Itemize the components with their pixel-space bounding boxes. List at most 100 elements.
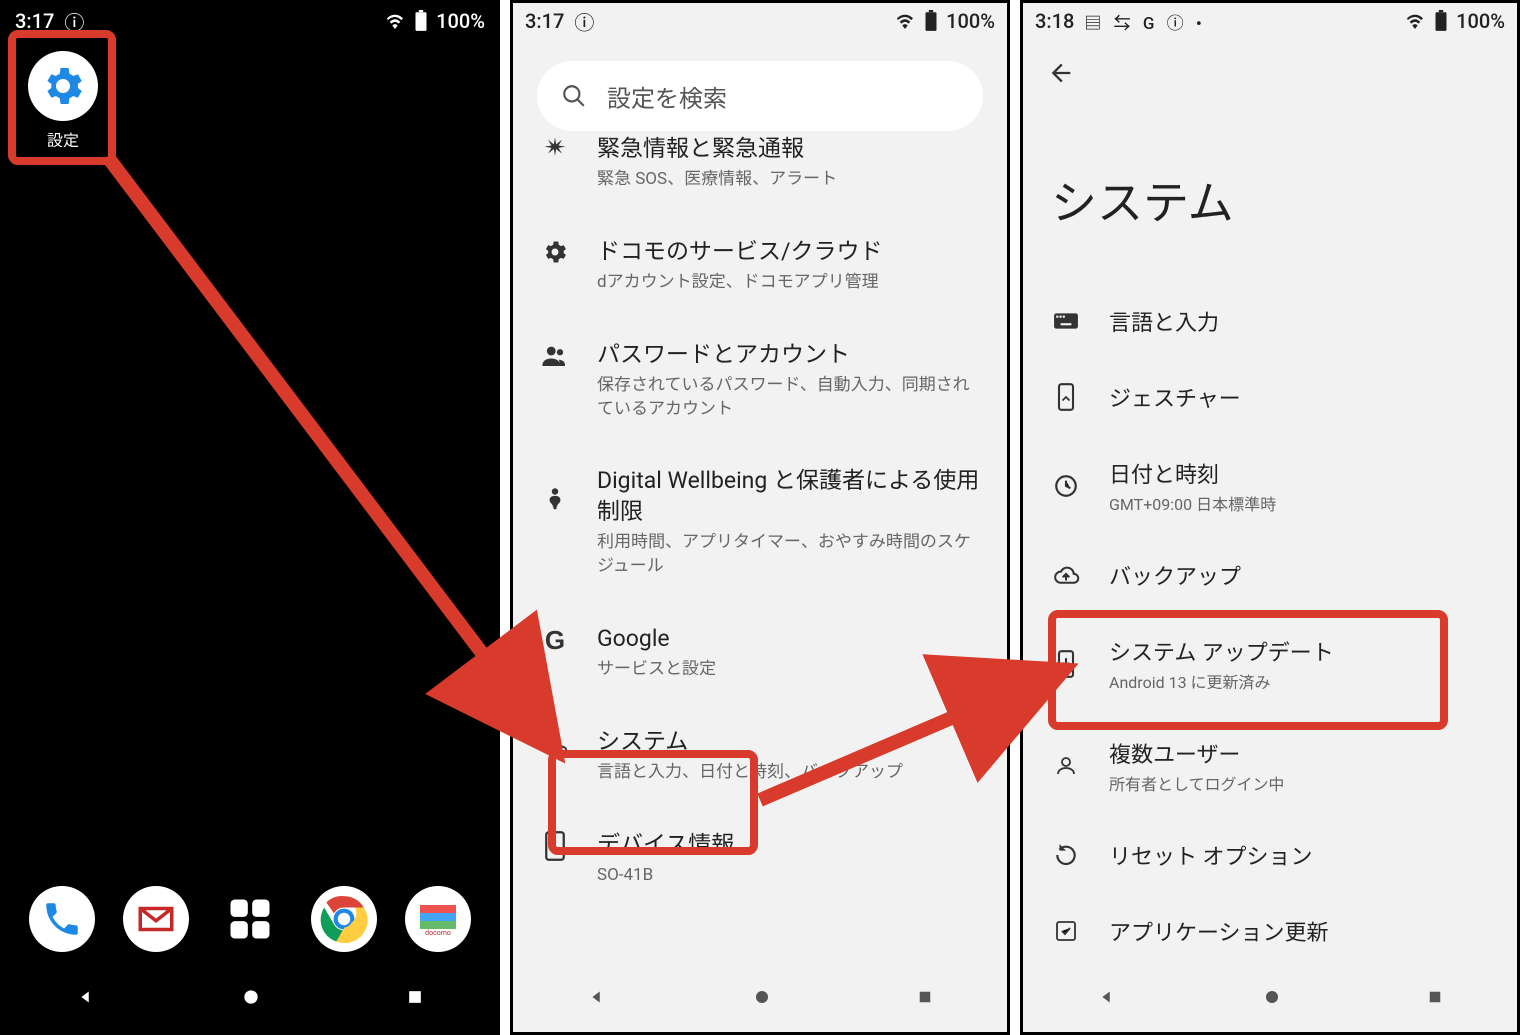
dock: docomo	[3, 886, 497, 952]
nav-bar	[3, 962, 497, 1032]
item-title: デバイス情報	[597, 829, 734, 860]
item-title: ジェスチャー	[1109, 381, 1241, 413]
status-bar: 3:17 ⓘ 100%	[513, 3, 1007, 39]
reset-icon	[1051, 842, 1081, 868]
info-icon: ⓘ	[574, 7, 594, 36]
settings-item-google[interactable]: G Google サービスと設定	[513, 601, 1007, 704]
item-title: アプリケーション更新	[1109, 915, 1329, 947]
battery-pct: 100%	[1456, 9, 1505, 33]
gesture-icon	[1051, 383, 1081, 411]
status-bar: 3:18 ▤ ⇆ G ⓘ • 100%	[1023, 3, 1517, 39]
item-title: ドコモのサービス/クラウド	[597, 236, 883, 267]
system-item-app-update[interactable]: アプリケーション更新	[1023, 893, 1517, 962]
gear-icon	[28, 51, 98, 121]
clock: 3:17	[15, 9, 54, 33]
app-settings-label: 設定	[47, 127, 79, 151]
system-item-reset[interactable]: リセット オプション	[1023, 817, 1517, 893]
app-chrome[interactable]	[311, 886, 377, 952]
battery-icon	[1434, 10, 1448, 32]
item-sub: 緊急 SOS、医療情報、アラート	[597, 168, 837, 192]
clock-icon	[1051, 473, 1081, 499]
cloud-up-icon	[1051, 565, 1081, 585]
item-sub: dアカウント設定、ドコモアプリ管理	[597, 271, 883, 295]
google-icon: G	[537, 623, 573, 682]
asterisk-icon	[537, 133, 573, 192]
search-placeholder: 設定を検索	[607, 79, 727, 114]
item-sub: SO-41B	[597, 864, 734, 888]
app-drawer[interactable]	[217, 886, 283, 952]
battery-pct: 100%	[946, 9, 995, 33]
settings-item-device-info[interactable]: デバイス情報 SO-41B	[513, 807, 1007, 910]
item-sub: Android 13 に更新済み	[1109, 669, 1334, 693]
item-sub: 言語と入力、日付と時刻、バックアップ	[597, 761, 903, 785]
battery-pct: 100%	[436, 9, 485, 33]
app-docomo[interactable]: docomo	[405, 886, 471, 952]
item-title: Google	[597, 623, 716, 654]
clock: 3:17	[525, 9, 564, 33]
phone-info-icon	[537, 829, 573, 888]
nav-recent[interactable]	[1426, 988, 1444, 1006]
item-title: システム	[597, 726, 903, 757]
item-title: 緊急情報と緊急通報	[597, 133, 837, 164]
system-item-language[interactable]: 言語と入力	[1023, 283, 1517, 359]
nav-home[interactable]	[241, 987, 261, 1007]
nav-home[interactable]	[753, 988, 771, 1006]
item-sub: 利用時間、アプリタイマー、おやすみ時間のスケジュール	[597, 531, 983, 579]
keyboard-icon	[1051, 311, 1081, 331]
battery-icon	[414, 10, 428, 32]
item-sub: 保存されているパスワード、自動入力、同期されているアカウント	[597, 374, 983, 422]
system-item-multiuser[interactable]: 複数ユーザー 所有者としてログイン中	[1023, 715, 1517, 817]
clock: 3:18	[1035, 9, 1074, 33]
app-settings[interactable]: 設定	[15, 41, 111, 161]
item-title: 複数ユーザー	[1109, 737, 1285, 769]
settings-item-system[interactable]: システム 言語と入力、日付と時刻、バックアップ	[513, 704, 1007, 807]
nav-back[interactable]	[1096, 986, 1118, 1008]
search-icon	[561, 83, 587, 109]
item-title: 日付と時刻	[1109, 457, 1276, 489]
search-settings[interactable]: 設定を検索	[537, 61, 983, 131]
item-title: システム アップデート	[1109, 635, 1334, 667]
person-icon	[1051, 754, 1081, 778]
settings-item-emergency[interactable]: 緊急情報と緊急通報 緊急 SOS、医療情報、アラート	[513, 133, 1007, 214]
item-title: パスワードとアカウント	[597, 339, 983, 370]
nav-back[interactable]	[75, 986, 97, 1008]
nav-bar	[513, 962, 1007, 1032]
nav-home[interactable]	[1263, 988, 1281, 1006]
svg-text:docomo: docomo	[425, 929, 451, 937]
wellbeing-icon	[537, 465, 573, 579]
settings-item-docomo[interactable]: ドコモのサービス/クラウド dアカウント設定、ドコモアプリ管理	[513, 214, 1007, 317]
wifi-icon	[1404, 13, 1426, 29]
status-icons: ▤ ⇆ G ⓘ •	[1084, 9, 1205, 34]
gear-icon	[537, 236, 573, 295]
system-item-update[interactable]: システム アップデート Android 13 に更新済み	[1023, 613, 1517, 715]
system-item-backup[interactable]: バックアップ	[1023, 537, 1517, 613]
app-phone[interactable]	[29, 886, 95, 952]
item-title: バックアップ	[1109, 559, 1241, 591]
item-title: 言語と入力	[1109, 305, 1219, 337]
app-mail[interactable]	[123, 886, 189, 952]
item-sub: GMT+09:00 日本標準時	[1109, 491, 1276, 515]
settings-item-wellbeing[interactable]: Digital Wellbeing と保護者による使用制限 利用時間、アプリタイ…	[513, 443, 1007, 601]
status-bar: 3:17 ⓘ 100%	[3, 3, 497, 39]
update-icon	[1051, 650, 1081, 678]
item-sub: サービスと設定	[597, 658, 716, 682]
wifi-icon	[384, 13, 406, 29]
back-button[interactable]	[1023, 39, 1517, 87]
nav-recent[interactable]	[405, 987, 425, 1007]
wifi-icon	[894, 13, 916, 29]
nav-recent[interactable]	[916, 988, 934, 1006]
app-update-icon	[1051, 919, 1081, 943]
system-item-datetime[interactable]: 日付と時刻 GMT+09:00 日本標準時	[1023, 435, 1517, 537]
system-item-gestures[interactable]: ジェスチャー	[1023, 359, 1517, 435]
info-icon: ⓘ	[64, 7, 84, 36]
page-title: システム	[1023, 87, 1517, 283]
people-icon	[537, 339, 573, 422]
battery-icon	[924, 10, 938, 32]
nav-back[interactable]	[586, 986, 608, 1008]
item-sub: 所有者としてログイン中	[1109, 771, 1285, 795]
nav-bar	[1023, 962, 1517, 1032]
settings-item-accounts[interactable]: パスワードとアカウント 保存されているパスワード、自動入力、同期されているアカウ…	[513, 317, 1007, 444]
item-title: Digital Wellbeing と保護者による使用制限	[597, 465, 983, 527]
item-title: リセット オプション	[1109, 839, 1312, 871]
gears-icon	[537, 726, 573, 785]
